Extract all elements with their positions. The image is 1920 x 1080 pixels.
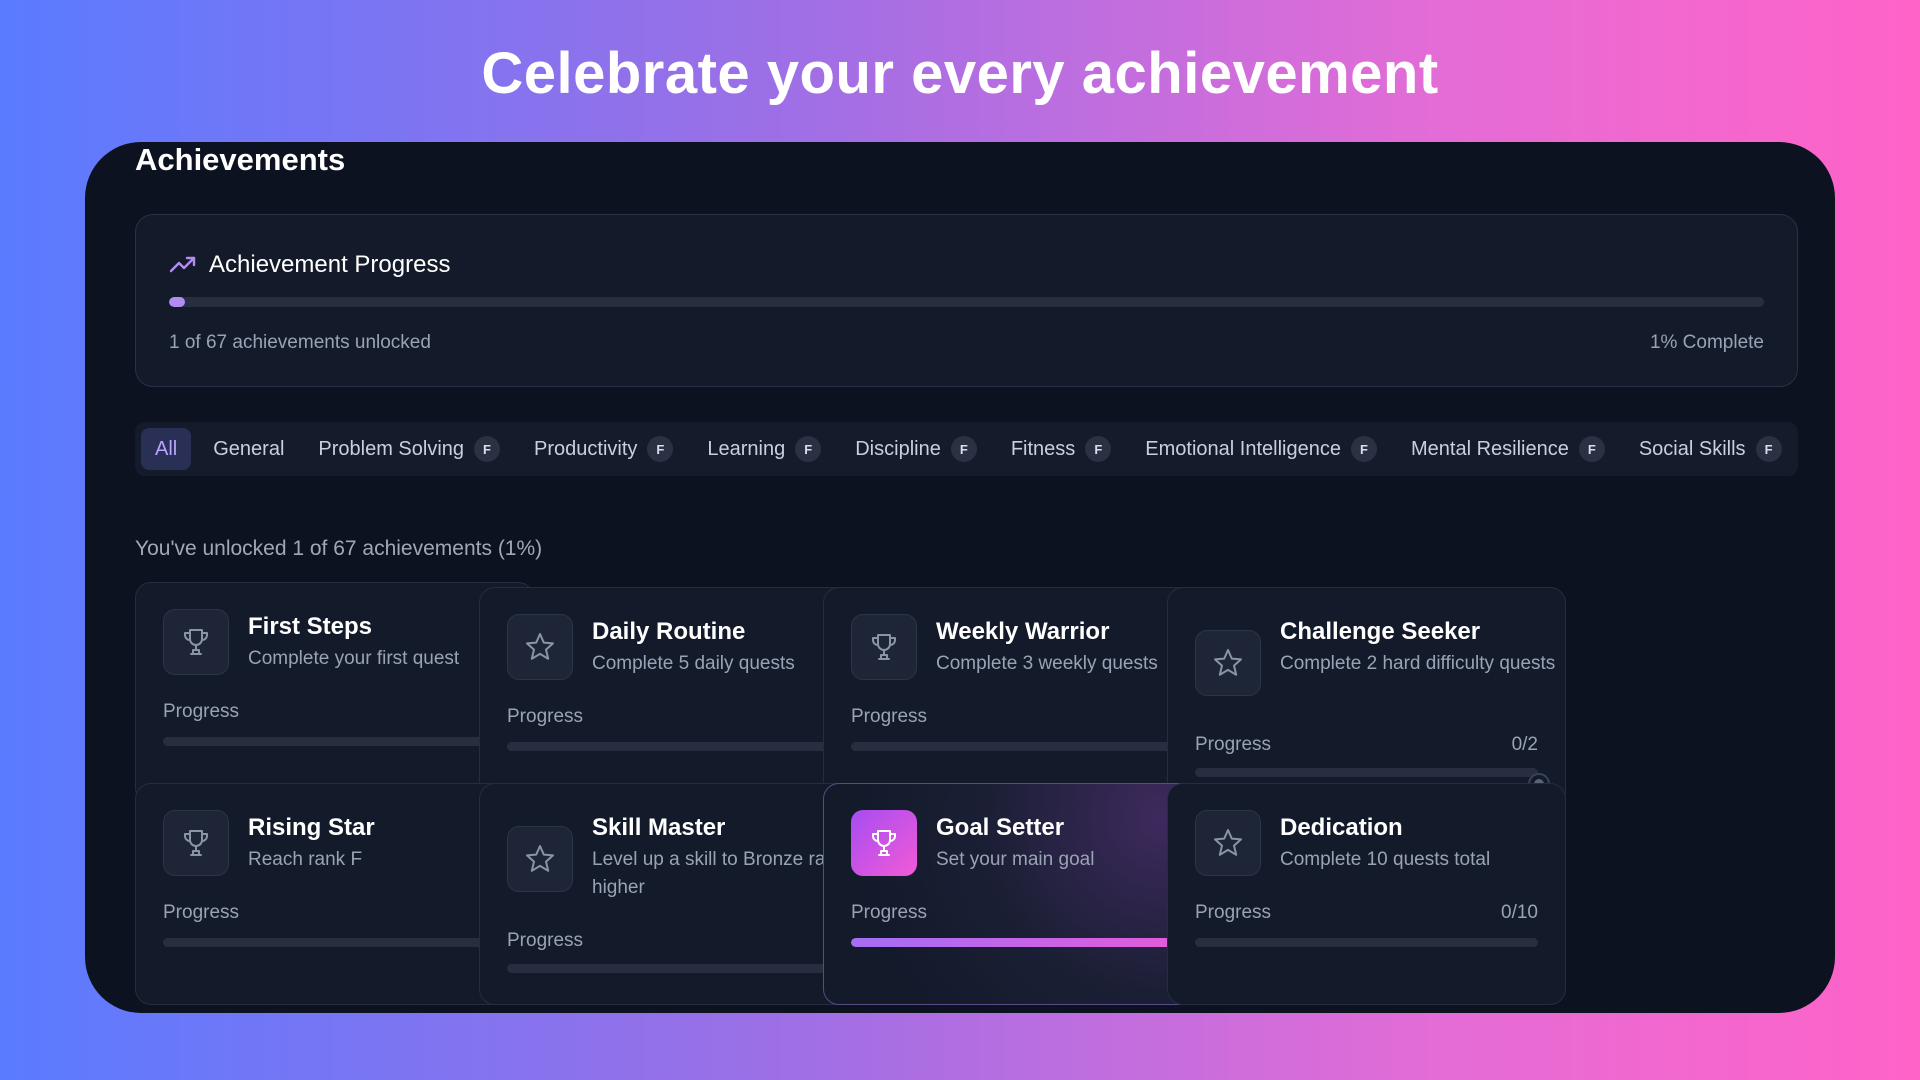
progress-card-header: Achievement Progress bbox=[169, 251, 450, 279]
progress-label: Progress bbox=[163, 902, 240, 923]
achievement-title: Skill Master bbox=[592, 814, 726, 841]
achievement-progress-bar bbox=[163, 737, 506, 746]
app-window: Achievements Achievement Progress 1 of 6… bbox=[85, 142, 1835, 1013]
category-tabs: All General Problem Solving F Productivity F L… bbox=[135, 422, 1798, 476]
achievement-card[interactable]: Dedication Complete 10 quests total Progre… bbox=[1167, 783, 1566, 1005]
progress-card-title: Achievement Progress bbox=[209, 251, 451, 278]
overall-progress-fill bbox=[169, 297, 185, 307]
achievement-card[interactable]: Daily Routine Complete 5 daily quests Prog… bbox=[479, 587, 878, 809]
achievement-progress-bar bbox=[1195, 938, 1538, 947]
achievement-progress-fill bbox=[851, 938, 1194, 947]
achievement-description: Complete 2 hard difficulty quests bbox=[1280, 653, 1556, 674]
rank-badge: F bbox=[474, 436, 501, 462]
tab-problem-solving[interactable]: Problem Solving F bbox=[306, 428, 512, 470]
achievement-title: Rising Star bbox=[248, 814, 375, 841]
tab-label: Learning bbox=[707, 437, 786, 460]
overall-progress-bar bbox=[169, 297, 1764, 307]
tab-label: Fitness bbox=[1010, 437, 1076, 460]
progress-value: 0/10 bbox=[1501, 902, 1538, 923]
achievement-title: First Steps bbox=[248, 613, 373, 640]
tab-learning[interactable]: Learning F bbox=[695, 428, 833, 470]
achievement-title: Dedication bbox=[1280, 814, 1403, 841]
progress-label: Progress bbox=[851, 706, 928, 727]
achievement-icon-box bbox=[1195, 630, 1261, 696]
tab-social-skills[interactable]: Social Skills F bbox=[1627, 428, 1794, 470]
tab-label: Social Skills bbox=[1638, 437, 1746, 460]
tab-productivity[interactable]: Productivity F bbox=[522, 428, 685, 470]
trophy-icon bbox=[868, 827, 900, 859]
star-icon bbox=[1212, 647, 1244, 679]
achievement-card[interactable]: Goal SetterSet your main goalProgress1/1 bbox=[823, 783, 1222, 1005]
rank-badge: F bbox=[1085, 436, 1112, 462]
progress-label: Progress bbox=[507, 706, 584, 727]
achievement-icon-box bbox=[1195, 810, 1261, 876]
achievement-icon-box bbox=[851, 810, 917, 876]
achievement-progress-bar bbox=[1195, 768, 1538, 777]
tab-emotional-intelligence[interactable]: Emotional Intelligence F bbox=[1133, 428, 1389, 470]
tab-label: Mental Resilience bbox=[1410, 437, 1569, 460]
achievement-icon-box bbox=[163, 609, 229, 675]
trending-up-icon bbox=[169, 256, 196, 273]
achievement-card[interactable]: Weekly Warrior Complete 3 weekly quests Pr… bbox=[823, 587, 1222, 809]
rank-badge: F bbox=[1755, 436, 1782, 462]
achievement-icon-box bbox=[163, 810, 229, 876]
page-title: Achievements bbox=[135, 142, 346, 177]
trophy-icon bbox=[868, 631, 900, 663]
progress-label: Progress bbox=[507, 930, 584, 951]
tab-general[interactable]: General bbox=[201, 428, 296, 470]
hero-title: Celebrate your every achievement bbox=[481, 41, 1439, 106]
achievement-card[interactable]: Skill Master Level up a skill to Bronze r… bbox=[479, 783, 878, 1005]
rank-badge: F bbox=[795, 436, 822, 462]
tab-label: Problem Solving bbox=[318, 437, 465, 460]
achievement-card[interactable]: First Steps Complete your first quest Prog… bbox=[135, 582, 534, 804]
rank-badge: F bbox=[1578, 436, 1605, 462]
progress-label: Progress bbox=[1195, 902, 1272, 923]
unlocked-count-text: 1 of 67 achievements unlocked bbox=[169, 332, 431, 353]
achievement-title: Daily Routine bbox=[592, 618, 746, 645]
trophy-icon bbox=[180, 626, 212, 658]
achievement-progress-bar bbox=[851, 938, 1194, 947]
achievement-progress-bar bbox=[851, 742, 1194, 751]
percent-complete-text: 1% Complete bbox=[1649, 332, 1764, 353]
rank-badge: F bbox=[647, 436, 674, 462]
rank-badge: F bbox=[950, 436, 977, 462]
star-icon bbox=[524, 631, 556, 663]
achievement-icon-box bbox=[507, 826, 573, 892]
tab-label: Productivity bbox=[534, 437, 638, 460]
unlocked-summary: You've unlocked 1 of 67 achievements (1%… bbox=[135, 537, 543, 560]
tab-fitness[interactable]: Fitness F bbox=[999, 428, 1123, 470]
tab-label: Discipline bbox=[855, 437, 941, 460]
trophy-icon bbox=[180, 827, 212, 859]
rank-badge: F bbox=[1350, 436, 1377, 462]
achievement-card[interactable]: Rising StarReach rank FProgress0/1 bbox=[135, 783, 534, 1005]
achievement-progress-card: Achievement Progress 1 of 67 achievement… bbox=[135, 214, 1798, 387]
progress-value: 0/2 bbox=[1511, 734, 1538, 755]
star-icon bbox=[1212, 827, 1244, 859]
achievement-icon-box bbox=[851, 614, 917, 680]
achievement-progress-bar bbox=[507, 964, 850, 973]
tab-mental-resilience[interactable]: Mental Resilience F bbox=[1399, 428, 1617, 470]
achievement-icon-box bbox=[507, 614, 573, 680]
tab-all[interactable]: All bbox=[141, 428, 192, 470]
progress-label: Progress bbox=[163, 701, 240, 722]
progress-label: Progress bbox=[1195, 734, 1272, 755]
achievement-card[interactable]: Challenge Seeker Complete 2 hard difficul… bbox=[1167, 587, 1566, 809]
tab-discipline[interactable]: Discipline F bbox=[843, 428, 989, 470]
achievement-title: Weekly Warrior bbox=[936, 618, 1110, 645]
achievement-progress-bar bbox=[163, 938, 506, 947]
achievement-progress-bar bbox=[507, 742, 850, 751]
achievement-title: Goal Setter bbox=[936, 814, 1065, 841]
progress-label: Progress bbox=[851, 902, 928, 923]
star-icon bbox=[524, 843, 556, 875]
tab-label: Emotional Intelligence bbox=[1145, 437, 1341, 460]
achievement-title: Challenge Seeker bbox=[1280, 618, 1481, 645]
tab-label: All bbox=[155, 437, 178, 460]
tab-label: General bbox=[213, 437, 285, 460]
achievement-description: Complete 10 quests total bbox=[1280, 849, 1491, 870]
